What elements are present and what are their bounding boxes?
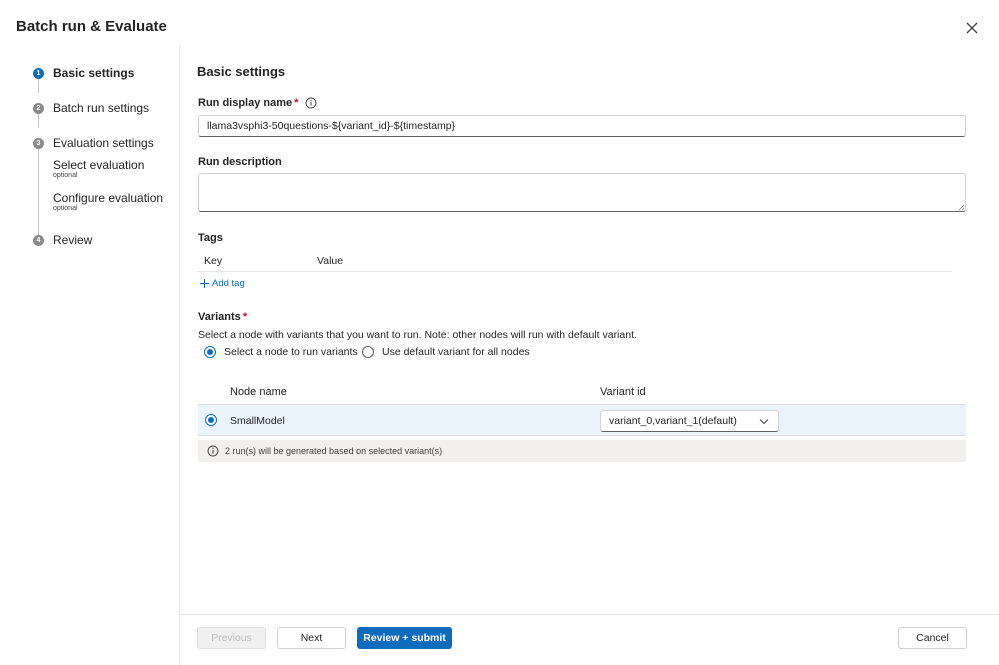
tags-col-value: Value: [317, 255, 344, 267]
row-radio-button[interactable]: [205, 414, 217, 426]
radio-button[interactable]: [362, 346, 374, 358]
variants-helper-text: Select a node with variants that you wan…: [198, 329, 637, 341]
step-basic-settings[interactable]: 1 Basic settings: [33, 66, 134, 80]
add-tag-button[interactable]: Add tag: [199, 278, 245, 289]
table-row[interactable]: SmallModel variant_0,variant_1(default): [198, 404, 966, 436]
tags-label: Tags: [198, 232, 223, 244]
radio-default-variant[interactable]: Use default variant for all nodes: [362, 346, 530, 358]
plus-icon: [200, 279, 209, 288]
dropdown-value: variant_0,variant_1(default): [609, 415, 737, 427]
radio-select-node[interactable]: Select a node to run variants: [204, 346, 358, 358]
radio-label: Use default variant for all nodes: [382, 346, 530, 358]
run-display-name-label-text: Run display name: [198, 97, 293, 109]
variant-id-dropdown[interactable]: variant_0,variant_1(default): [600, 410, 779, 432]
radio-label: Select a node to run variants: [224, 346, 358, 358]
variants-grid-header: Node name Variant id: [198, 382, 966, 402]
node-name-cell: SmallModel: [230, 415, 285, 427]
step-label: Basic settings: [53, 66, 135, 80]
required-mark: *: [242, 311, 248, 323]
close-button[interactable]: [962, 18, 982, 38]
step-number: 3: [33, 137, 44, 149]
cancel-button[interactable]: Cancel: [898, 627, 967, 649]
tags-col-key: Key: [204, 255, 223, 267]
step-label: Evaluation settings: [53, 136, 154, 150]
next-button[interactable]: Next: [277, 627, 346, 649]
tags-header: Key Value: [198, 252, 952, 272]
step-number: 4: [33, 234, 44, 246]
col-variant-id: Variant id: [600, 386, 646, 398]
info-message-bar: 2 run(s) will be generated based on sele…: [198, 440, 966, 462]
step-label: Batch run settings: [53, 101, 150, 115]
substep-optional: optional: [53, 172, 78, 179]
substep-label: Configure evaluation: [53, 191, 164, 205]
chevron-down-icon: [759, 419, 769, 425]
info-icon[interactable]: [305, 97, 317, 109]
run-description-input[interactable]: [198, 173, 966, 212]
info-message-text: 2 run(s) will be generated based on sele…: [225, 446, 443, 456]
resize-grip-icon[interactable]: [957, 203, 965, 211]
previous-button[interactable]: Previous: [197, 627, 266, 649]
radio-button[interactable]: [204, 346, 216, 358]
substep-select-evaluation[interactable]: Select evaluation optional: [53, 158, 144, 180]
variants-label: Variants *: [198, 311, 247, 323]
required-mark: *: [294, 97, 299, 109]
info-icon: [207, 445, 219, 457]
step-number: 2: [33, 102, 44, 114]
dialog-title: Batch run & Evaluate: [16, 18, 167, 35]
substep-configure-evaluation[interactable]: Configure evaluation optional: [53, 191, 163, 213]
step-evaluation-settings[interactable]: 3 Evaluation settings: [33, 136, 154, 150]
step-review[interactable]: 4 Review: [33, 233, 92, 247]
run-display-name-label: Run display name *: [198, 97, 317, 109]
step-label: Review: [53, 233, 93, 247]
variants-label-text: Variants: [198, 311, 241, 323]
substep-optional: optional: [53, 205, 78, 212]
run-description-label: Run description: [198, 156, 282, 168]
footer-divider: [180, 614, 999, 615]
close-icon: [966, 22, 978, 34]
review-submit-button[interactable]: Review + submit: [357, 627, 452, 649]
section-title: Basic settings: [197, 64, 286, 79]
substep-label: Select evaluation: [53, 158, 145, 172]
run-display-name-input[interactable]: [198, 115, 966, 137]
col-node-name: Node name: [230, 386, 287, 398]
sidebar-divider: [179, 45, 180, 665]
step-number: 1: [33, 67, 44, 79]
add-tag-label: Add tag: [212, 278, 245, 289]
step-connector: [38, 147, 39, 235]
step-batch-run-settings[interactable]: 2 Batch run settings: [33, 101, 149, 115]
